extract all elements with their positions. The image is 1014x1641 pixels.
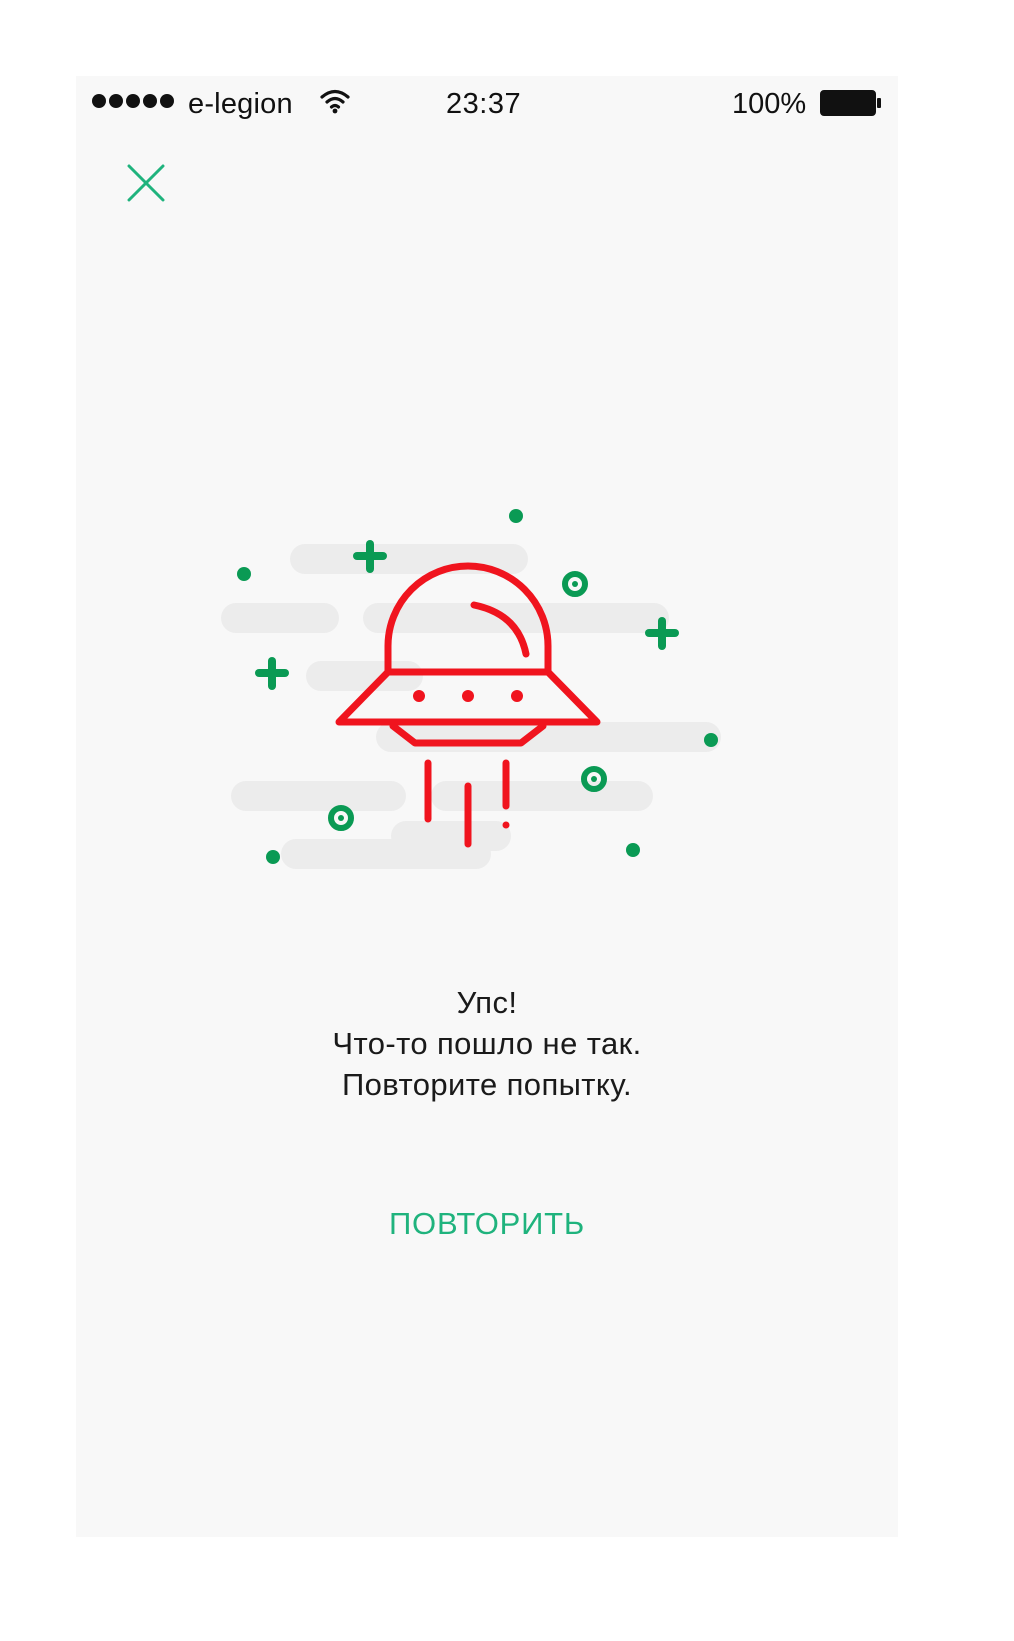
error-title: Упс! [456, 985, 518, 1020]
close-icon[interactable] [126, 163, 166, 203]
retry-button[interactable]: ПОВТОРИТЬ [76, 1206, 898, 1242]
carrier-name: e-legion [188, 88, 293, 120]
battery-percent: 100% [732, 88, 807, 120]
screen: e-legion 23:37 100% Упс! Что-то пошло не… [76, 76, 898, 1537]
battery-icon [820, 90, 881, 116]
clock: 23:37 [446, 88, 522, 120]
status-bar: e-legion 23:37 100% [76, 76, 898, 136]
wifi-icon [320, 89, 350, 114]
error-description: Что-то пошло не так. [332, 1026, 642, 1061]
signal-dots-icon [92, 94, 174, 108]
error-hint: Повторите попытку. [341, 1067, 633, 1102]
ufo-icon [221, 509, 721, 869]
error-message: Упс! Что-то пошло не так. Повторите попы… [76, 982, 898, 1105]
